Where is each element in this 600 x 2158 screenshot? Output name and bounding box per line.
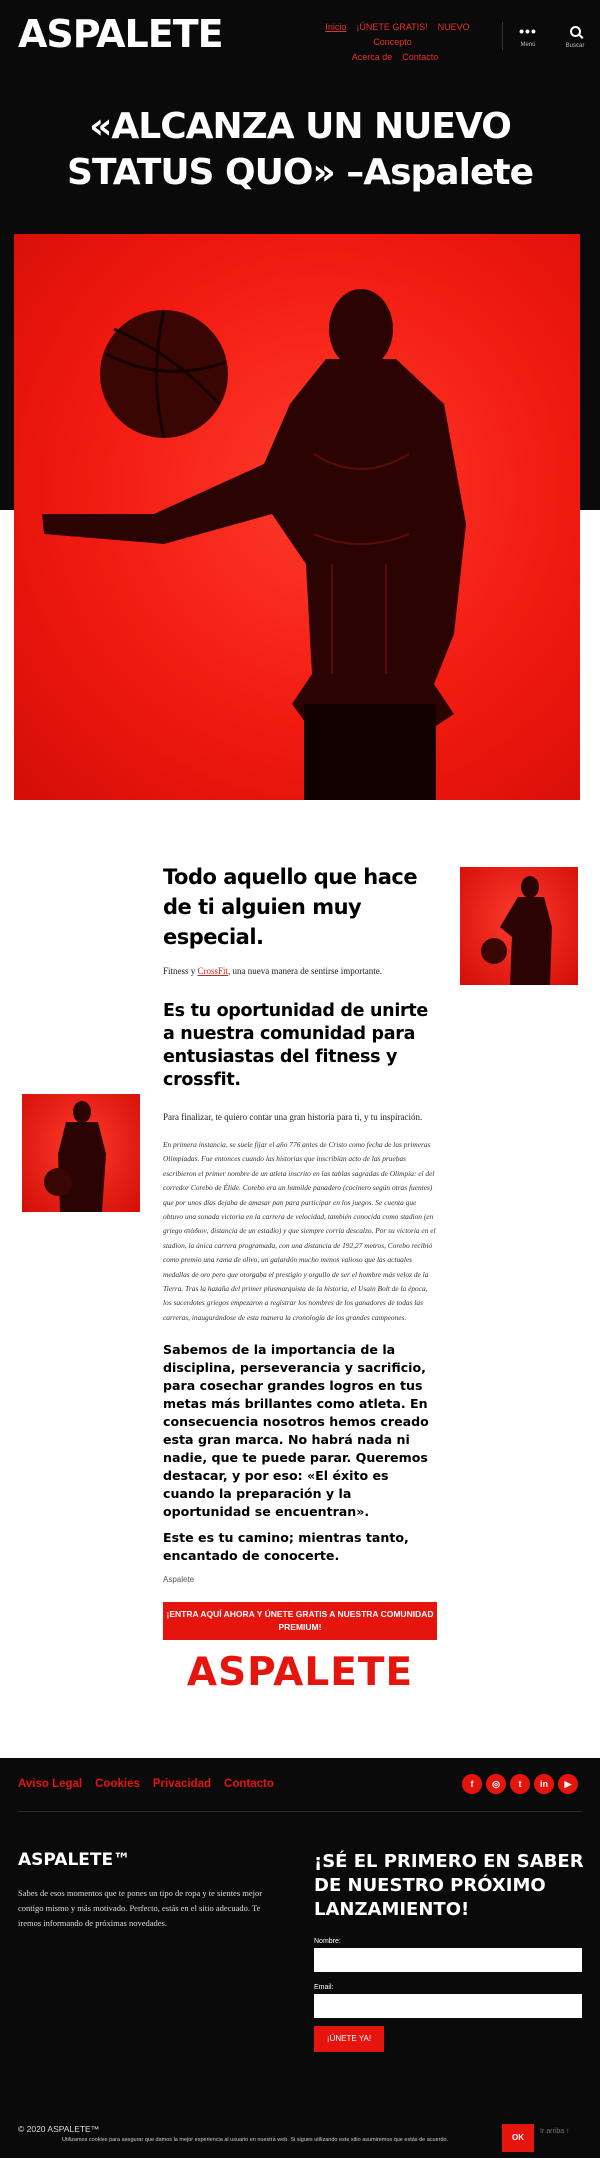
copyright: © 2020 ASPALETE™ <box>18 2124 100 2134</box>
heading-special: Todo aquello que hace de ti alguien muy … <box>163 865 418 949</box>
hero-title-line1: «ALCANZA UN NUEVO <box>89 106 512 147</box>
brand-logo-large: ASPALETE <box>186 1650 414 1696</box>
hero-image <box>14 234 580 800</box>
crossfit-link[interactable]: CrossFit <box>198 966 229 976</box>
newsletter-title: ¡SÉ EL PRIMERO EN SABER DE NUESTRO PRÓXI… <box>314 1851 584 1920</box>
name-field[interactable] <box>314 1948 582 1972</box>
footer-link-aviso-legal[interactable]: Aviso Legal <box>18 1778 82 1790</box>
nav-unete[interactable]: ¡ÚNETE GRATIS! <box>356 22 427 32</box>
footer-divider <box>18 1811 582 1812</box>
nav-inicio[interactable]: Inicio <box>325 22 346 32</box>
nav-contacto[interactable]: Contacto <box>402 52 438 62</box>
nav-divider <box>502 22 503 50</box>
athlete-thumbnail-left <box>22 1094 140 1212</box>
instagram-icon[interactable]: ◎ <box>486 1774 506 1794</box>
join-now-button[interactable]: ¡ÚNETE YA! <box>314 2026 384 2052</box>
menu-button[interactable]: ••• Menú <box>512 23 544 48</box>
cookie-ok-button[interactable]: OK <box>502 2124 534 2152</box>
join-premium-button[interactable]: ¡ENTRA AQUÍ AHORA Y ÚNETE GRATIS A NUEST… <box>163 1602 437 1641</box>
footer-link-privacidad[interactable]: Privacidad <box>153 1778 211 1790</box>
hero-title: «ALCANZA UN NUEVO STATUS QUO» –Aspalete <box>40 104 560 196</box>
email-field[interactable] <box>314 1994 582 2018</box>
article-content: Todo aquello que hace de ti alguien muy … <box>163 862 437 1695</box>
athlete-silhouette <box>42 289 466 800</box>
menu-label: Menú <box>520 42 536 48</box>
email-label: Email: <box>314 1984 334 1991</box>
closing-text: Este es tu camino; mientras tanto, encan… <box>163 1530 409 1564</box>
name-label: Nombre: <box>314 1938 341 1945</box>
footer-brand: ASPALETE™ <box>18 1850 131 1870</box>
site-footer: Aviso Legal Cookies Privacidad Contacto f ◎ t… <box>0 1758 600 2158</box>
social-links: f ◎ t in ▶ <box>458 1774 578 1794</box>
back-to-top-link[interactable]: Ir arriba ↑ <box>540 2128 570 2135</box>
search-icon <box>569 26 581 37</box>
intro-text: Fitness y CrossFit, una nueva manera de … <box>163 966 437 976</box>
signature: Aspalete <box>163 1575 195 1585</box>
twitter-icon[interactable]: t <box>510 1774 530 1794</box>
cookie-notice: Utilizamos cookies para asegurar que dam… <box>62 2137 449 2143</box>
nav-acerca[interactable]: Acerca de <box>352 52 393 62</box>
footer-link-cookies[interactable]: Cookies <box>95 1778 140 1790</box>
heading-oportunidad: Es tu oportunidad de unirte a nuestra co… <box>163 1001 428 1090</box>
linkedin-icon[interactable]: in <box>534 1774 554 1794</box>
youtube-icon[interactable]: ▶ <box>558 1774 578 1794</box>
site-logo[interactable]: ASPALETE <box>18 12 224 56</box>
hero-title-line2: STATUS QUO» –Aspalete <box>67 152 534 193</box>
discipline-text: Sabemos de la importancia de la discipli… <box>163 1342 429 1520</box>
more-icon: ••• <box>519 23 537 39</box>
facebook-icon[interactable]: f <box>462 1774 482 1794</box>
search-button[interactable]: Buscar <box>560 26 590 49</box>
footer-links: Aviso Legal Cookies Privacidad Contacto <box>18 1778 287 1790</box>
intro-prefix: Fitness y <box>163 966 198 976</box>
athlete-thumbnail-right <box>460 867 578 985</box>
primary-nav: Inicio ¡ÚNETE GRATIS! NUEVO Concepto Acerc… <box>300 20 490 65</box>
story-intro: Para finalizar, te quiero contar una gra… <box>163 1112 423 1122</box>
footer-brand-text: Sabes de esos momentos que te pones un t… <box>18 1888 263 1928</box>
intro-suffix: , una nueva manera de sentirse important… <box>228 966 382 976</box>
search-label: Buscar <box>565 43 585 49</box>
footer-link-contacto[interactable]: Contacto <box>224 1778 274 1790</box>
story-text: En primera instancia, se suele fijar el … <box>163 1140 436 1322</box>
basketball <box>100 310 228 438</box>
